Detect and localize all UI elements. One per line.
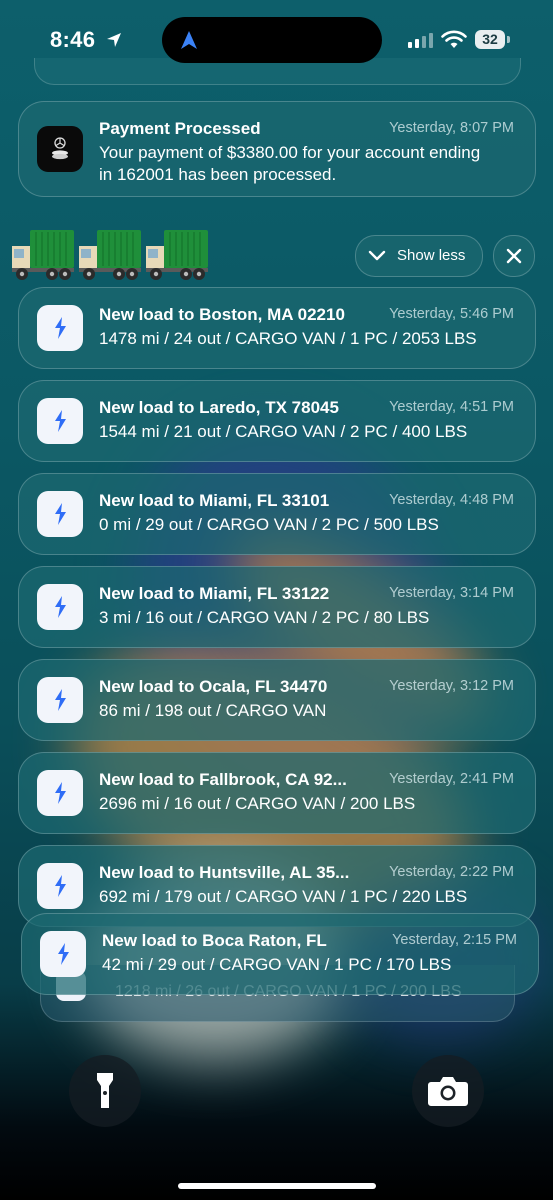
notification-title: New load to Boston, MA 02210 [99, 305, 345, 324]
notification-body: 1544 mi / 21 out / CARGO VAN / 2 PC / 40… [99, 422, 468, 441]
notification-body: 86 mi / 198 out / CARGO VAN [99, 701, 327, 720]
notification-body: 3 mi / 16 out / CARGO VAN / 2 PC / 80 LB… [99, 608, 430, 627]
load-app-icon [37, 305, 83, 351]
show-less-button[interactable]: Show less [355, 235, 483, 277]
cellular-signal-icon [408, 33, 433, 48]
lightning-bolt-icon [55, 596, 66, 618]
notification-title: New load to Laredo, TX 78045 [99, 398, 339, 417]
load-app-icon [37, 584, 83, 630]
status-bar: 8:46 32 [0, 0, 553, 80]
chevron-down-icon [368, 250, 386, 261]
show-less-label: Show less [397, 247, 466, 264]
lightning-bolt-icon [55, 410, 66, 432]
notification-time: Yesterday, 2:15 PM [392, 932, 517, 948]
load-notification[interactable]: New load to Ocala, FL 34470 Yesterday, 3:… [18, 659, 536, 741]
notification-title: New load to Fallbrook, CA 92... [99, 770, 347, 789]
flashlight-icon [97, 1073, 113, 1108]
lightning-bolt-icon [58, 943, 69, 965]
notification-time: Yesterday, 8:07 PM [389, 120, 514, 136]
load-app-icon [37, 491, 83, 537]
notification-body: 1478 mi / 24 out / CARGO VAN / 1 PC / 20… [99, 329, 477, 348]
notification-time: Yesterday, 3:14 PM [389, 585, 514, 601]
notification-time: Yesterday, 3:12 PM [389, 678, 514, 694]
notification-time: Yesterday, 2:22 PM [389, 864, 514, 880]
lightning-bolt-icon [55, 782, 66, 804]
load-notification[interactable]: New load to Laredo, TX 78045 Yesterday, 4… [18, 380, 536, 462]
notification-body: 0 mi / 29 out / CARGO VAN / 2 PC / 500 L… [99, 515, 439, 534]
truck-icon [12, 230, 74, 280]
notification-title: New load to Huntsville, AL 35... [99, 863, 350, 882]
notification-title: New load to Miami, FL 33101 [99, 491, 330, 510]
status-time: 8:46 [50, 27, 96, 52]
notification-time: Yesterday, 5:46 PM [389, 306, 514, 322]
load-app-icon [37, 863, 83, 909]
navigation-arrow-icon [181, 31, 197, 49]
lightning-bolt-icon [55, 875, 66, 897]
clear-group-button[interactable] [493, 235, 535, 277]
lightning-bolt-icon [55, 503, 66, 525]
notification-body-line: Your payment of $3380.00 for your accoun… [99, 143, 481, 162]
dynamic-island[interactable] [162, 17, 382, 63]
lightning-bolt-icon [55, 689, 66, 711]
notification-body: 2696 mi / 16 out / CARGO VAN / 200 LBS [99, 794, 416, 813]
payment-notification[interactable]: Payment Processed Yesterday, 8:07 PM You… [18, 101, 536, 197]
notification-time: Yesterday, 2:41 PM [389, 771, 514, 787]
mercedes-logo-icon [52, 137, 68, 160]
load-app-icon [40, 931, 86, 977]
notification-title: New load to Miami, FL 33122 [99, 584, 330, 603]
battery-icon: 32 [475, 30, 505, 49]
notification-time: Yesterday, 4:51 PM [389, 399, 514, 415]
close-icon [506, 248, 522, 264]
notification-body-line: in 162001 has been processed. [99, 165, 337, 184]
load-notification[interactable]: New load to Fallbrook, CA 92... Yesterday… [18, 752, 536, 834]
truck-icon [146, 230, 208, 280]
load-app-icon [37, 398, 83, 444]
notification-time: Yesterday, 4:48 PM [389, 492, 514, 508]
load-notification[interactable]: New load to Miami, FL 33101 Yesterday, 4:… [18, 473, 536, 555]
notification-title: New load to Boca Raton, FL [102, 931, 327, 950]
load-notification[interactable]: New load to Boston, MA 02210 Yesterday, 5… [18, 287, 536, 369]
camera-icon [428, 1077, 468, 1106]
notification-title: Payment Processed [99, 119, 261, 138]
lightning-bolt-icon [55, 317, 66, 339]
load-notification[interactable]: New load to Boca Raton, FL Yesterday, 2:1… [21, 913, 539, 995]
wifi-icon [441, 30, 467, 48]
notification-body: 692 mi / 179 out / CARGO VAN / 1 PC / 22… [99, 887, 468, 906]
notification-title: New load to Ocala, FL 34470 [99, 677, 328, 696]
home-indicator[interactable] [178, 1183, 376, 1189]
notification-group-header [10, 226, 210, 284]
load-app-icon [37, 770, 83, 816]
notification-body: 42 mi / 29 out / CARGO VAN / 1 PC / 170 … [102, 955, 452, 974]
load-notification[interactable]: New load to Miami, FL 33122 Yesterday, 3:… [18, 566, 536, 648]
truck-icon [79, 230, 141, 280]
camera-button[interactable] [412, 1055, 484, 1127]
battery-tip [507, 36, 510, 43]
wallet-app-icon [37, 126, 83, 172]
location-arrow-icon [107, 33, 121, 47]
notification-body: Your payment of $3380.00 for your accoun… [99, 142, 480, 186]
load-app-icon [37, 677, 83, 723]
truck-emoji-label [10, 226, 210, 284]
flashlight-button[interactable] [69, 1055, 141, 1127]
